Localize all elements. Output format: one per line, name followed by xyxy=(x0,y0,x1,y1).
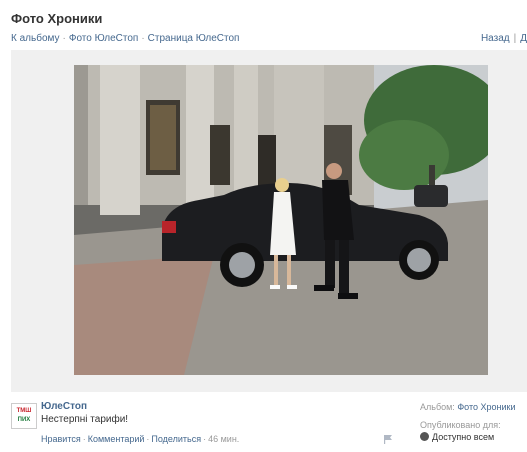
like-button[interactable]: Нравится xyxy=(41,434,81,444)
photo-nav: Назад | Д xyxy=(481,33,527,44)
comment-button[interactable]: Комментарий xyxy=(88,434,145,444)
privacy-setting[interactable]: Доступно всем xyxy=(420,432,494,442)
share-button[interactable]: Поделиться xyxy=(151,434,201,444)
photo[interactable] xyxy=(74,65,488,375)
post-actions: Нравится · Комментарий · Поделиться · 46 мин. xyxy=(41,434,239,444)
separator: · xyxy=(82,434,86,444)
album-info: Альбом: Фото Хроники xyxy=(420,402,515,412)
avatar[interactable]: ТМШ ПИХ xyxy=(11,403,37,429)
privacy-label: Доступно всем xyxy=(432,432,495,442)
post-caption: Нестерпні тарифи! xyxy=(41,414,129,425)
post-time: 46 мин. xyxy=(208,434,240,444)
breadcrumb: К альбому · Фото ЮлеСтоп · Страница ЮлеСтоп xyxy=(11,33,239,44)
separator: · xyxy=(146,434,150,444)
page-link[interactable]: Страница ЮлеСтоп xyxy=(148,33,240,44)
separator: · xyxy=(141,33,145,44)
avatar-logo-text: ПИХ xyxy=(17,417,31,423)
nav-separator: | xyxy=(513,33,517,44)
separator: · xyxy=(203,434,207,444)
album-label: Альбом: xyxy=(420,402,455,412)
album-link[interactable]: К альбому xyxy=(11,33,60,44)
published-label: Опубликовано для: xyxy=(420,420,501,430)
forward-link[interactable]: Д xyxy=(520,33,527,44)
report-flag-icon[interactable] xyxy=(383,434,393,444)
separator: · xyxy=(62,33,66,44)
globe-icon xyxy=(420,432,429,441)
photos-link[interactable]: Фото ЮлеСтоп xyxy=(69,33,138,44)
avatar-logo-text: ТМШ xyxy=(16,408,32,414)
back-link[interactable]: Назад xyxy=(481,33,510,44)
album-link[interactable]: Фото Хроники xyxy=(457,402,515,412)
page-title: Фото Хроники xyxy=(11,11,103,26)
photo-image xyxy=(74,65,488,375)
author-link[interactable]: ЮлеСтоп xyxy=(41,401,87,412)
